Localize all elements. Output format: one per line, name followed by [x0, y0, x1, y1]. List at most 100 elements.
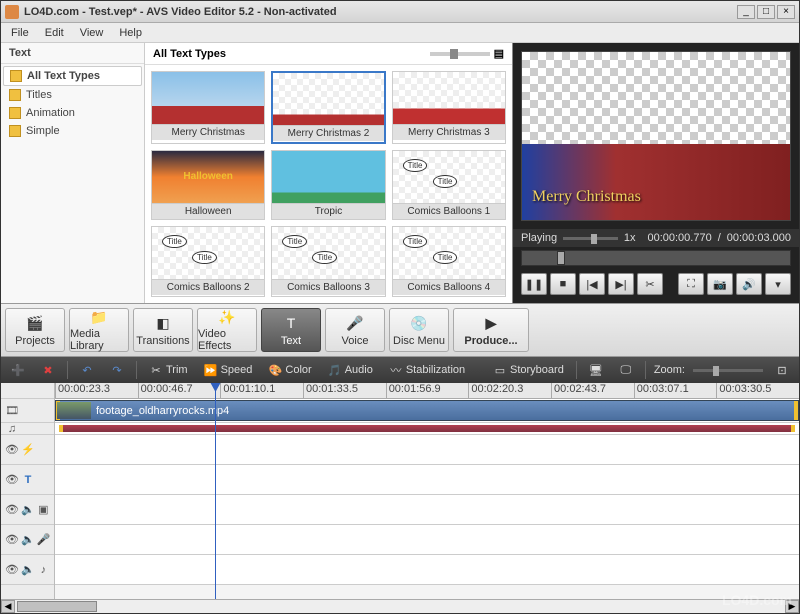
- audio-waveform-track[interactable]: [55, 423, 799, 435]
- text-preset-comics-balloons-1[interactable]: TitleTitleComics Balloons 1: [392, 150, 506, 221]
- toolbar-produce-button[interactable]: ▶Produce...: [453, 308, 529, 352]
- sidebar-item-titles[interactable]: Titles: [3, 86, 142, 104]
- lightning-icon[interactable]: ⚡: [21, 443, 35, 457]
- eye-icon[interactable]: 👁: [5, 533, 19, 547]
- prev-frame-button[interactable]: |◀: [579, 273, 605, 295]
- pause-button[interactable]: ❚❚: [521, 273, 547, 295]
- text-preset-merry-christmas[interactable]: Merry Christmas: [151, 71, 265, 144]
- color-button[interactable]: 🎨Color: [264, 361, 315, 379]
- seek-bar[interactable]: [521, 250, 791, 266]
- menu-file[interactable]: File: [5, 25, 35, 41]
- text-preset-tropic[interactable]: Tropic: [271, 150, 385, 221]
- stabilization-button[interactable]: 〰Stabilization: [385, 361, 469, 379]
- scroll-right-button[interactable]: ▶: [785, 600, 799, 613]
- video-clip[interactable]: footage_oldharryrocks.mp4: [55, 400, 799, 421]
- text-icon: T: [281, 313, 301, 333]
- mic-icon[interactable]: 🎤: [37, 533, 51, 547]
- zoom-slider[interactable]: [693, 369, 763, 372]
- menu-view[interactable]: View: [74, 25, 110, 41]
- settings-dropdown[interactable]: ▾: [765, 273, 791, 295]
- speed-button[interactable]: ⏩Speed: [200, 361, 257, 379]
- volume-button[interactable]: 🔊: [736, 273, 762, 295]
- preview-video[interactable]: Merry Christmas: [521, 51, 791, 221]
- toolbar-projects-button[interactable]: 🎬Projects: [5, 308, 65, 352]
- thumb-size-slider[interactable]: [430, 52, 490, 56]
- minimize-button[interactable]: _: [737, 5, 755, 19]
- playback-status: Playing: [521, 232, 557, 244]
- text-track[interactable]: [55, 465, 799, 495]
- video-track[interactable]: footage_oldharryrocks.mp4: [55, 399, 799, 423]
- speaker-icon[interactable]: 🔈: [21, 563, 35, 577]
- ruler-tick: 00:02:20.3: [468, 383, 551, 398]
- trim-button[interactable]: ✂Trim: [145, 361, 192, 379]
- playhead[interactable]: [215, 383, 216, 599]
- ruler-tick: 00:02:43.7: [551, 383, 634, 398]
- toolbar-transitions-button[interactable]: ◧Transitions: [133, 308, 193, 352]
- scroll-left-button[interactable]: ◀: [1, 600, 15, 613]
- main-toolbar: 🎬Projects📁Media Library◧Transitions✨Vide…: [1, 303, 799, 357]
- redo-button[interactable]: ↷: [106, 361, 128, 379]
- toolbar-disc-menu-button[interactable]: 💿Disc Menu: [389, 308, 449, 352]
- timeline-ruler[interactable]: 00:00:23.300:00:46.700:01:10.100:01:33.5…: [55, 383, 799, 399]
- music-icon[interactable]: ♪: [37, 563, 50, 577]
- window-title: LO4D.com - Test.vep* - AVS Video Editor …: [24, 6, 737, 18]
- preview-panel: Merry Christmas Playing 1x 00:00:00.770 …: [513, 43, 799, 303]
- music-track[interactable]: [55, 555, 799, 585]
- text-preset-comics-balloons-2[interactable]: TitleTitleComics Balloons 2: [151, 226, 265, 297]
- add-media-button[interactable]: ➕: [7, 361, 29, 379]
- sidebar-item-simple[interactable]: Simple: [3, 122, 142, 140]
- fit-window-button[interactable]: 🖥: [585, 361, 607, 379]
- menu-edit[interactable]: Edit: [39, 25, 70, 41]
- clip-thumbnail: [57, 402, 91, 419]
- eye-icon[interactable]: 👁: [5, 443, 19, 457]
- sidebar-item-all-text-types[interactable]: All Text Types: [3, 66, 142, 86]
- eye-icon[interactable]: 👁: [5, 473, 19, 487]
- toolbar-video-effects-button[interactable]: ✨Video Effects: [197, 308, 257, 352]
- stop-button[interactable]: ■: [550, 273, 576, 295]
- toolbar-text-button[interactable]: TText: [261, 308, 321, 352]
- delete-button[interactable]: ✖: [37, 361, 59, 379]
- ruler-tick: 00:01:33.5: [303, 383, 386, 398]
- speaker-icon[interactable]: 🔈: [21, 503, 35, 517]
- timeline-toolbar: ➕ ✖ ↶ ↷ ✂Trim ⏩Speed 🎨Color 🎵Audio 〰Stab…: [1, 357, 799, 383]
- audio-wave-icon: ♫: [5, 422, 19, 436]
- eye-icon[interactable]: 👁: [5, 503, 19, 517]
- zoom-fit-button[interactable]: ⊡: [771, 361, 793, 379]
- clip-filename: footage_oldharryrocks.mp4: [96, 405, 229, 417]
- eye-icon[interactable]: 👁: [5, 563, 19, 577]
- disc-menu-icon: 💿: [409, 313, 429, 333]
- text-preset-merry-christmas-2[interactable]: Merry Christmas 2: [271, 71, 385, 144]
- next-frame-button[interactable]: ▶|: [608, 273, 634, 295]
- list-view-icon[interactable]: ▤: [494, 47, 504, 60]
- time-duration: 00:00:03.000: [727, 232, 791, 244]
- snapshot-button[interactable]: 📷: [707, 273, 733, 295]
- storyboard-button[interactable]: ▭Storyboard: [489, 361, 568, 379]
- ruler-tick: 00:00:46.7: [138, 383, 221, 398]
- audio-button[interactable]: 🎵Audio: [324, 361, 377, 379]
- scrollbar-thumb[interactable]: [17, 601, 97, 612]
- toolbar-media-library-button[interactable]: 📁Media Library: [69, 308, 129, 352]
- speaker-icon[interactable]: 🔈: [21, 533, 35, 547]
- close-button[interactable]: ×: [777, 5, 795, 19]
- timeline-scrollbar[interactable]: ◀ ▶: [1, 599, 799, 613]
- folder-icon: [10, 70, 22, 82]
- sidebar-item-animation[interactable]: Animation: [3, 104, 142, 122]
- produce--icon: ▶: [481, 313, 501, 333]
- effects-track[interactable]: [55, 435, 799, 465]
- text-track-icon[interactable]: T: [21, 473, 35, 487]
- text-preset-halloween[interactable]: HalloweenHalloween: [151, 150, 265, 221]
- overlay-track-icon[interactable]: ▣: [37, 503, 50, 517]
- fullscreen-button[interactable]: ⛶: [678, 273, 704, 295]
- voice-track[interactable]: [55, 525, 799, 555]
- text-preset-merry-christmas-3[interactable]: Merry Christmas 3: [392, 71, 506, 144]
- menu-help[interactable]: Help: [113, 25, 148, 41]
- maximize-button[interactable]: □: [757, 5, 775, 19]
- speed-slider[interactable]: [563, 237, 618, 240]
- monitor-button[interactable]: 🖵: [615, 361, 637, 379]
- split-button[interactable]: ✂: [637, 273, 663, 295]
- toolbar-voice-button[interactable]: 🎤Voice: [325, 308, 385, 352]
- text-preset-comics-balloons-3[interactable]: TitleTitleComics Balloons 3: [271, 226, 385, 297]
- text-preset-comics-balloons-4[interactable]: TitleTitleComics Balloons 4: [392, 226, 506, 297]
- overlay-track[interactable]: [55, 495, 799, 525]
- undo-button[interactable]: ↶: [76, 361, 98, 379]
